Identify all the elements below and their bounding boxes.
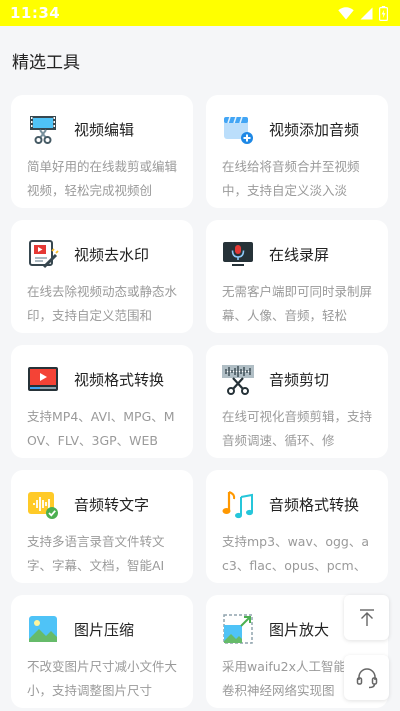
tool-title: 音频转文字	[74, 495, 150, 514]
tool-title: 视频添加音频	[269, 120, 360, 139]
tool-title: 图片压缩	[74, 620, 135, 639]
tool-title: 视频格式转换	[74, 370, 165, 389]
tool-card-video-add-audio[interactable]: 视频添加音频 在线给将音频合并至视频中，支持自定义淡入淡	[206, 95, 388, 208]
music-notes-icon	[222, 491, 253, 519]
tool-card-screen-record[interactable]: 在线录屏 无需客户端即可同时录制屏幕、人像、音频，轻松	[206, 220, 388, 333]
video-watermark-remove-icon	[29, 240, 59, 269]
image-compress-icon	[29, 616, 57, 642]
audio-to-text-icon	[28, 492, 58, 519]
tool-desc: 无需客户端即可同时录制屏幕、人像、音频，轻松	[222, 284, 373, 323]
tool-card-image-compress[interactable]: 图片压缩 不改变图片尺寸减小文件大小，支持调整图片尺寸	[11, 595, 193, 708]
tool-desc: 支持MP4、AVI、MPG、MOV、FLV、3GP、WEB	[27, 409, 175, 448]
headset-icon	[356, 667, 377, 688]
tool-desc: 支持多语言录音文件转文字、字幕、文档，智能AI	[27, 534, 165, 573]
tool-card-video-watermark-remove[interactable]: 视频去水印 在线去除视频动态或静态水印，支持自定义范围和	[11, 220, 193, 333]
video-add-audio-icon	[224, 116, 253, 144]
tool-desc: 在线给将音频合并至视频中，支持自定义淡入淡	[222, 159, 360, 198]
tool-desc: 不改变图片尺寸减小文件大小，支持调整图片尺寸	[27, 659, 178, 698]
film-scissors-icon	[30, 116, 56, 144]
tool-card-audio-format-convert[interactable]: 音频格式转换 支持mp3、wav、ogg、ac3、flac、opus、pcm、	[206, 470, 388, 583]
tool-title: 在线录屏	[269, 245, 330, 264]
audio-scissors-icon	[222, 365, 254, 395]
tool-title: 视频去水印	[74, 245, 150, 264]
tool-title: 视频编辑	[74, 120, 135, 139]
tool-grid: 视频编辑 简单好用的在线裁剪或编辑视频，轻松完成视频创 视频添加音频 在线给将音…	[0, 0, 400, 711]
tool-desc: 在线可视化音频剪辑，支持音频调速、循环、修	[222, 409, 373, 448]
tool-desc: 简单好用的在线裁剪或编辑视频，轻松完成视频创	[27, 159, 178, 198]
tool-desc: 支持mp3、wav、ogg、ac3、flac、opus、pcm、	[222, 534, 370, 573]
tool-title: 音频格式转换	[269, 495, 360, 514]
video-player-icon	[28, 367, 58, 391]
image-enlarge-icon	[223, 614, 253, 644]
customer-service-button[interactable]	[344, 655, 389, 700]
screen-record-mic-icon	[223, 242, 253, 266]
tool-title: 图片放大	[269, 620, 330, 639]
tool-desc: 在线去除视频动态或静态水印，支持自定义范围和	[27, 284, 178, 323]
tool-card-video-edit[interactable]: 视频编辑 简单好用的在线裁剪或编辑视频，轻松完成视频创	[11, 95, 193, 208]
back-to-top-icon	[359, 608, 374, 626]
tool-card-video-format-convert[interactable]: 视频格式转换 支持MP4、AVI、MPG、MOV、FLV、3GP、WEB	[11, 345, 193, 458]
tool-card-audio-to-text[interactable]: 音频转文字 支持多语言录音文件转文字、字幕、文档，智能AI	[11, 470, 193, 583]
tool-card-audio-cut[interactable]: 音频剪切 在线可视化音频剪辑，支持音频调速、循环、修	[206, 345, 388, 458]
tool-title: 音频剪切	[269, 370, 330, 389]
back-to-top-button[interactable]	[344, 595, 389, 640]
